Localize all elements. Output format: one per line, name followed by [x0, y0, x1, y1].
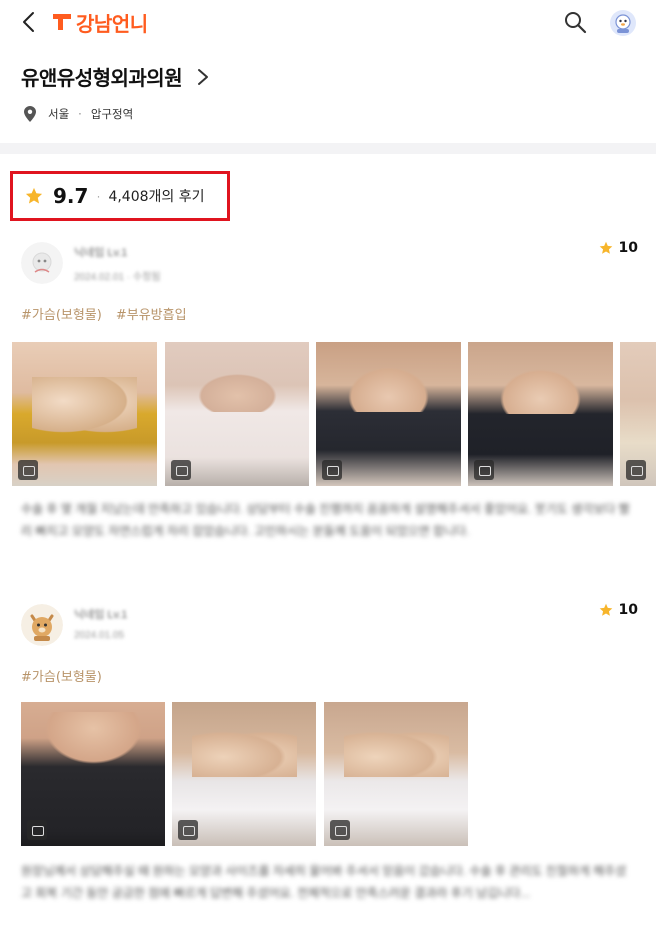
avatar	[21, 242, 63, 284]
review-photo[interactable]	[468, 342, 613, 486]
photo-badge-icon	[474, 460, 494, 480]
star-icon	[599, 603, 612, 616]
top-bar: 강남언니	[0, 0, 656, 46]
review-tags: #가슴(보형물)	[21, 666, 102, 685]
location-pin-icon	[24, 106, 36, 122]
hospital-title-link[interactable]: 유앤유성형외과의원	[21, 62, 210, 91]
review-tags: #가슴(보형물) #부유방흡입	[21, 304, 187, 323]
review-date: 2024.02.01 · 수정됨	[74, 272, 161, 283]
chevron-left-icon[interactable]	[18, 10, 42, 34]
review-score-value: 10	[618, 602, 638, 618]
review-score-value: 10	[618, 240, 638, 256]
review-photo[interactable]	[172, 702, 316, 846]
profile-avatar-icon	[610, 10, 636, 36]
chevron-right-icon	[198, 68, 209, 85]
avatar[interactable]	[610, 10, 636, 36]
procedure-tag[interactable]: #가슴(보형물)	[21, 304, 102, 323]
review-username[interactable]: 닉네임 Lv.1	[74, 606, 127, 622]
rating-score: 9.7	[53, 184, 89, 208]
review-text[interactable]: 원장님께서 상담해주실 때 원하는 모양과 사이즈를 자세히 물어봐 주셔서 믿…	[21, 860, 637, 904]
user-avatar-icon	[21, 604, 63, 646]
photo-badge-icon	[18, 460, 38, 480]
user-avatar-icon	[21, 242, 63, 284]
review-text[interactable]: 수술 후 몇 개월 지났는데 만족하고 있습니다. 상담부터 수술 진행까지 꼼…	[21, 498, 637, 542]
review-photo[interactable]	[12, 342, 157, 486]
review-count[interactable]: 4,408개의 후기	[108, 186, 204, 206]
star-icon	[599, 241, 612, 254]
hospital-name: 유앤유성형외과의원	[21, 66, 183, 90]
procedure-tag[interactable]: #부유방흡입	[116, 304, 187, 323]
brand-logo[interactable]: 강남언니	[52, 9, 148, 36]
review-score: 10	[599, 602, 638, 618]
review-photo[interactable]	[21, 702, 165, 846]
avatar	[21, 604, 63, 646]
photo-badge-icon	[171, 460, 191, 480]
review-card[interactable]: 닉네임 Lv.1 2024.02.01 · 수정됨 10 #가슴(보형물) #부…	[0, 230, 656, 570]
separator-dot: ·	[78, 107, 82, 121]
location-station: 압구정역	[90, 107, 134, 121]
review-photo[interactable]	[620, 342, 656, 486]
photo-badge-icon	[322, 460, 342, 480]
search-icon[interactable]	[563, 10, 587, 34]
star-icon	[25, 187, 43, 204]
review-date: 2024.01.05	[74, 630, 125, 641]
review-score: 10	[599, 240, 638, 256]
brand-name: 강남언니	[76, 11, 148, 36]
procedure-tag[interactable]: #가슴(보형물)	[21, 666, 102, 685]
hospital-location: 서울 · 압구정역	[24, 106, 133, 122]
photo-badge-icon	[330, 820, 350, 840]
brand-mark-icon	[53, 14, 71, 30]
review-card[interactable]: 닉네임 Lv.1 2024.01.05 10 #가슴(보형물) 원장님께서 상담…	[0, 592, 656, 945]
rating-summary: 9.7 · 4,408개의 후기	[10, 171, 230, 221]
location-city: 서울	[48, 107, 70, 121]
review-photo[interactable]	[316, 342, 461, 486]
photo-badge-icon	[178, 820, 198, 840]
section-divider	[0, 143, 656, 154]
review-photo[interactable]	[165, 342, 309, 486]
separator-dot: ·	[96, 189, 101, 203]
review-username[interactable]: 닉네임 Lv.1	[74, 244, 127, 260]
hospital-header: 유앤유성형외과의원 서울 · 압구정역	[0, 46, 656, 146]
photo-badge-icon	[27, 820, 47, 840]
photo-badge-icon	[626, 460, 646, 480]
review-photo[interactable]	[324, 702, 468, 846]
